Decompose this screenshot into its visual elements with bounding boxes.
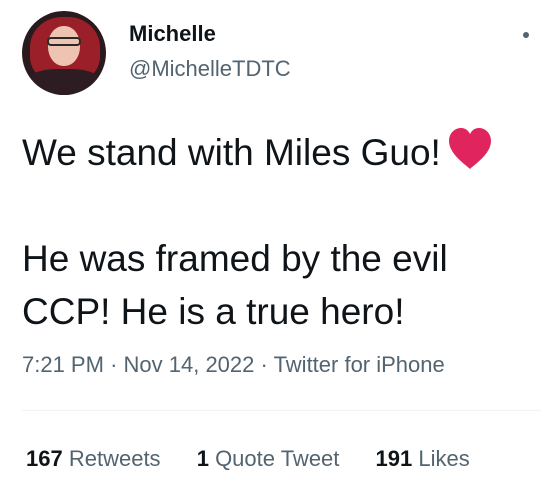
avatar-shoulders — [26, 69, 102, 95]
tweet-date[interactable]: Nov 14, 2022 — [124, 352, 255, 377]
tweet-source[interactable]: Twitter for iPhone — [274, 352, 445, 377]
quote-tweets-stat[interactable]: 1 Quote Tweet — [197, 446, 340, 472]
likes-label: Likes — [418, 446, 470, 471]
avatar[interactable] — [22, 11, 106, 95]
meta-separator: · — [260, 352, 268, 377]
display-name[interactable]: Michelle — [129, 21, 216, 47]
tweet-text: We stand with Miles Guo! He was framed b… — [22, 126, 537, 338]
tweet-meta: 7:21 PM · Nov 14, 2022 · Twitter for iPh… — [22, 352, 445, 378]
quote-tweets-label: Quote Tweet — [215, 446, 340, 471]
retweets-count: 167 — [26, 446, 63, 471]
retweets-stat[interactable]: 167 Retweets — [26, 446, 161, 472]
user-handle[interactable]: @MichelleTDTC — [129, 56, 291, 82]
divider — [22, 410, 541, 411]
more-options-icon[interactable] — [523, 32, 529, 38]
tweet-time[interactable]: 7:21 PM — [22, 352, 104, 377]
likes-stat[interactable]: 191 Likes — [376, 446, 470, 472]
avatar-face — [48, 26, 80, 66]
likes-count: 191 — [375, 446, 413, 471]
quote-tweets-count: 1 — [196, 446, 209, 471]
retweets-label: Retweets — [68, 446, 161, 471]
tweet-line-1: We stand with Miles Guo! — [22, 132, 441, 173]
meta-separator: · — [110, 352, 118, 377]
tweet-line-2: He was framed by the evil CCP! He is a t… — [22, 238, 448, 332]
avatar-glasses — [47, 37, 81, 46]
tweet-stats: 167 Retweets 1 Quote Tweet 191 Likes — [26, 446, 500, 472]
heart-emoji-icon — [448, 128, 491, 169]
